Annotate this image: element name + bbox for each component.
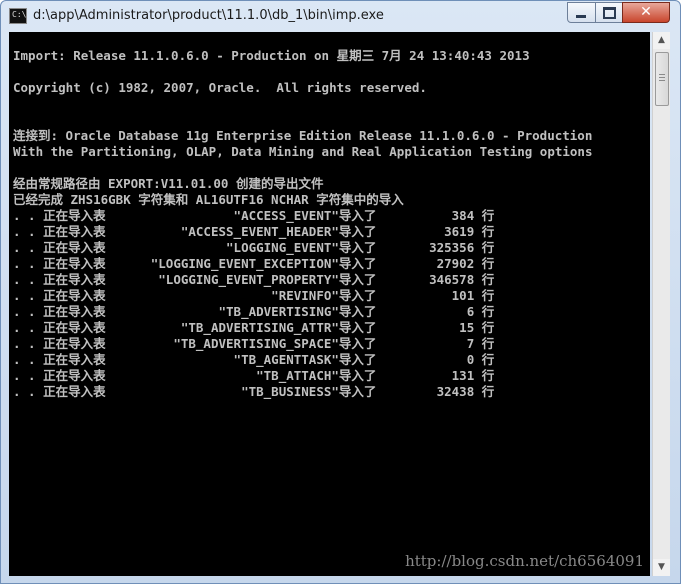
import-row: . . 正在导入表 "LOGGING_EVENT_PROPERTY"导入了 34… — [13, 272, 495, 287]
title-bar[interactable]: C:\ d:\app\Administrator\product\11.1.0\… — [1, 1, 680, 31]
console-line: Import: Release 11.1.0.6.0 - Production … — [13, 48, 530, 63]
vertical-scrollbar[interactable]: ▲ ▼ — [652, 32, 670, 576]
console-output[interactable]: Import: Release 11.1.0.6.0 - Production … — [9, 32, 650, 576]
import-row: . . 正在导入表 "TB_ADVERTISING_ATTR"导入了 15 行 — [13, 320, 495, 335]
console-line: Copyright (c) 1982, 2007, Oracle. All ri… — [13, 80, 427, 95]
import-row: . . 正在导入表 "ACCESS_EVENT_HEADER"导入了 3619 … — [13, 224, 495, 239]
import-row: . . 正在导入表 "TB_AGENTTASK"导入了 0 行 — [13, 352, 495, 367]
scroll-up-icon[interactable]: ▲ — [653, 32, 670, 49]
import-row: . . 正在导入表 "LOGGING_EVENT_EXCEPTION"导入了 2… — [13, 256, 495, 271]
console-line: 经由常规路径由 EXPORT:V11.01.00 创建的导出文件 — [13, 176, 324, 191]
import-row: . . 正在导入表 "TB_ADVERTISING"导入了 6 行 — [13, 304, 495, 319]
import-row: . . 正在导入表 "ACCESS_EVENT"导入了 384 行 — [13, 208, 495, 223]
console-icon[interactable]: C:\ — [9, 8, 27, 24]
console-line: With the Partitioning, OLAP, Data Mining… — [13, 144, 593, 159]
minimize-icon — [576, 15, 586, 18]
scroll-thumb[interactable] — [655, 52, 669, 106]
grip-line — [659, 74, 665, 75]
console-line: 已经完成 ZHS16GBK 字符集和 AL16UTF16 NCHAR 字符集中的… — [13, 192, 404, 207]
console-window: C:\ d:\app\Administrator\product\11.1.0\… — [0, 0, 681, 584]
import-row: . . 正在导入表 "REVINFO"导入了 101 行 — [13, 288, 495, 303]
console-line: 连接到: Oracle Database 11g Enterprise Edit… — [13, 128, 593, 143]
scroll-down-icon[interactable]: ▼ — [653, 559, 670, 576]
grip-line — [659, 80, 665, 81]
import-row: . . 正在导入表 "TB_ATTACH"导入了 131 行 — [13, 368, 495, 383]
import-row: . . 正在导入表 "TB_ADVERTISING_SPACE"导入了 7 行 — [13, 336, 495, 351]
grip-line — [659, 77, 665, 78]
import-row: . . 正在导入表 "TB_BUSINESS"导入了 32438 行 — [13, 384, 495, 399]
maximize-button[interactable] — [595, 2, 623, 23]
close-icon: ✕ — [640, 4, 652, 20]
import-row: . . 正在导入表 "LOGGING_EVENT"导入了 325356 行 — [13, 240, 495, 255]
minimize-button[interactable] — [567, 2, 596, 23]
watermark-text: http://blog.csdn.net/ch6564091 — [405, 552, 644, 570]
close-button[interactable]: ✕ — [622, 2, 670, 23]
maximize-icon — [603, 7, 616, 19]
window-title: d:\app\Administrator\product\11.1.0\db_1… — [33, 8, 384, 23]
